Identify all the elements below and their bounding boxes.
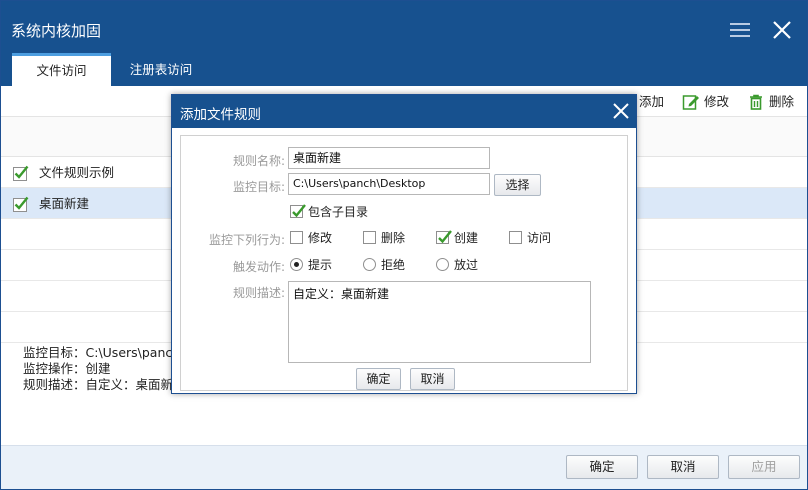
- rule-description-label: 规则描述:: [232, 286, 285, 300]
- dialog-ok-button[interactable]: 确定: [356, 368, 401, 390]
- tab-registry-access[interactable]: 注册表访问: [111, 53, 211, 86]
- action-access-checkbox[interactable]: 访问: [509, 230, 551, 246]
- action-create-checkbox[interactable]: 创建: [436, 230, 478, 246]
- radio-unselected-icon: [436, 258, 449, 271]
- close-icon[interactable]: [771, 19, 793, 41]
- dialog-title: 添加文件规则: [180, 107, 261, 123]
- action-label: 修改: [308, 231, 333, 245]
- radio-unselected-icon: [363, 258, 376, 271]
- cancel-button[interactable]: 取消: [647, 455, 719, 479]
- delete-label: 删除: [769, 94, 795, 109]
- checkbox-checked-icon: [290, 204, 306, 218]
- dialog-body: 规则名称: 桌面新建 监控目标: C:\Users\panch\Desktop …: [180, 135, 628, 391]
- rule-name-label: 规则名称:: [232, 154, 285, 168]
- footer-bar: 确定 取消 应用: [1, 445, 807, 489]
- edit-label: 修改: [704, 94, 730, 109]
- add-label: 添加: [639, 94, 665, 109]
- trigger-label: 放过: [454, 258, 479, 272]
- rule-name: 文件规则示例: [39, 165, 115, 180]
- window-title: 系统内核加固: [11, 22, 102, 40]
- action-delete-checkbox[interactable]: 删除: [363, 230, 405, 246]
- choose-button[interactable]: 选择: [494, 174, 541, 196]
- action-label: 创建: [454, 231, 479, 245]
- details-operation: 监控操作：创建: [23, 361, 111, 376]
- checkbox-checked-icon[interactable]: [13, 196, 29, 212]
- trigger-label: 提示: [308, 258, 333, 272]
- rule-details: 监控目标：C:\Users\panch 监控操作：创建 规则描述：自定义：桌面新…: [23, 345, 186, 393]
- checkbox-checked-icon[interactable]: [13, 165, 29, 181]
- details-description: 规则描述：自定义：桌面新建: [23, 377, 186, 392]
- trigger-label: 拒绝: [381, 258, 406, 272]
- trash-icon: [747, 93, 765, 111]
- action-label: 访问: [527, 231, 552, 245]
- add-file-rule-dialog: 添加文件规则 规则名称: 桌面新建 监控目标: C:\Users\panch\D…: [171, 94, 637, 394]
- include-subdir-checkbox[interactable]: 包含子目录: [290, 204, 368, 220]
- checkbox-checked-icon: [436, 230, 452, 244]
- delete-button[interactable]: 删除: [747, 93, 794, 111]
- monitor-actions-label: 监控下列行为:: [208, 233, 285, 247]
- checkbox-unchecked-icon: [290, 231, 303, 244]
- rule-description-textarea[interactable]: 自定义：桌面新建: [288, 281, 591, 363]
- action-label: 删除: [381, 231, 406, 245]
- title-bar: 系统内核加固 文件访问 注册表访问: [1, 1, 807, 86]
- monitor-target-label: 监控目标:: [232, 180, 285, 194]
- edit-button[interactable]: 修改: [682, 93, 729, 111]
- dialog-title-bar: 添加文件规则: [172, 95, 636, 128]
- monitor-target-input[interactable]: C:\Users\panch\Desktop: [288, 173, 490, 195]
- apply-button[interactable]: 应用: [728, 455, 800, 479]
- details-target: 监控目标：C:\Users\panch: [23, 345, 181, 360]
- action-modify-checkbox[interactable]: 修改: [290, 230, 332, 246]
- checkbox-unchecked-icon: [363, 231, 376, 244]
- menu-icon[interactable]: [730, 23, 750, 39]
- trigger-allow-radio[interactable]: 放过: [436, 257, 478, 273]
- trigger-deny-radio[interactable]: 拒绝: [363, 257, 405, 273]
- checkbox-unchecked-icon: [509, 231, 522, 244]
- edit-icon: [682, 93, 700, 111]
- rule-name: 桌面新建: [39, 196, 90, 211]
- ok-button[interactable]: 确定: [566, 455, 638, 479]
- tab-file-access[interactable]: 文件访问: [12, 53, 111, 86]
- trigger-action-label: 触发动作:: [232, 260, 285, 274]
- rule-name-input[interactable]: 桌面新建: [288, 147, 490, 169]
- include-subdir-label: 包含子目录: [308, 205, 369, 219]
- trigger-prompt-radio[interactable]: 提示: [290, 257, 332, 273]
- dialog-cancel-button[interactable]: 取消: [410, 368, 455, 390]
- dialog-close-icon[interactable]: [611, 101, 631, 121]
- radio-selected-icon: [290, 258, 303, 271]
